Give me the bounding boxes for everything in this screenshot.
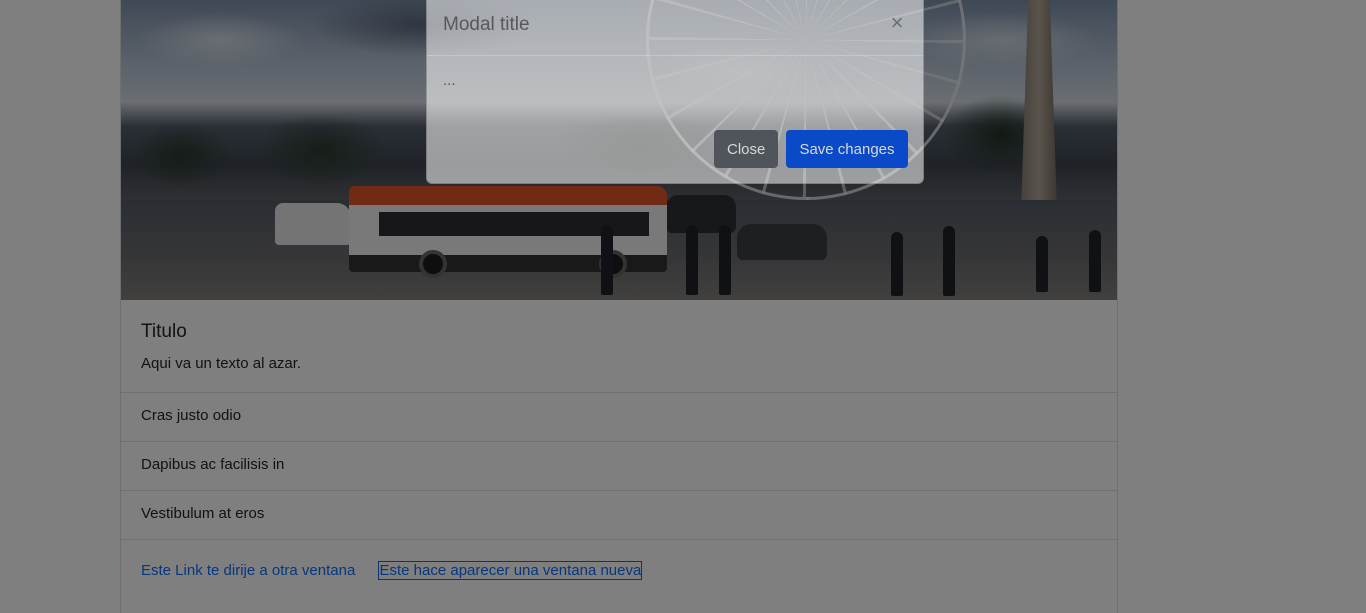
close-icon[interactable]: × — [887, 12, 907, 34]
modal-header: Modal title × — [427, 0, 923, 56]
modal-title: Modal title — [443, 14, 530, 35]
close-button[interactable]: Close — [714, 130, 778, 168]
save-changes-button[interactable]: Save changes — [786, 130, 908, 168]
modal-dialog: Modal title × ... Close Save changes — [426, 0, 924, 184]
modal-body: ... — [443, 72, 456, 89]
modal-footer: Close Save changes — [714, 130, 908, 168]
